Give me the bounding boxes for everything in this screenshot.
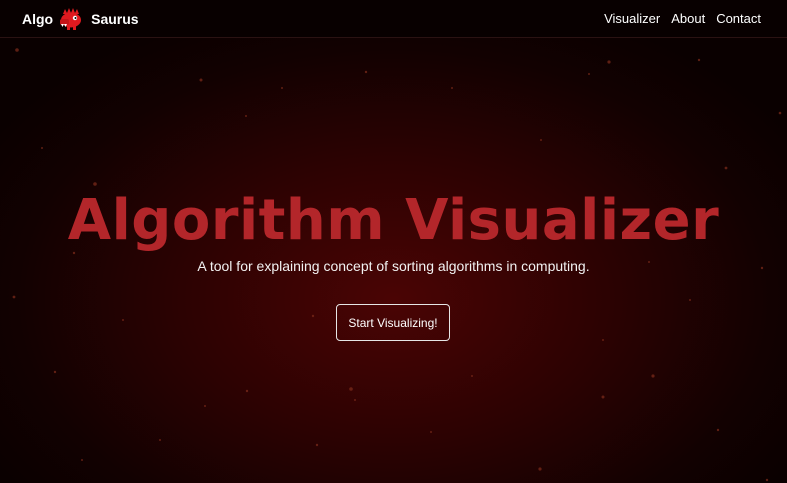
brand-text-saurus: Saurus [91,11,139,27]
brand-logo-link[interactable]: Algo Saurus [22,0,139,38]
hero-title: Algorithm Visualizer [67,188,720,253]
navbar: Algo Saurus Visualizer About Contact [0,0,787,38]
nav-links: Visualizer About Contact [593,0,761,36]
dinosaur-icon [60,8,82,30]
start-visualizing-button[interactable]: Start Visualizing! [336,304,450,341]
nav-link-about[interactable]: About [671,11,705,26]
nav-link-visualizer[interactable]: Visualizer [604,11,660,26]
hero-subtitle: A tool for explaining concept of sorting… [197,258,590,274]
brand-text-algo: Algo [22,11,54,27]
nav-link-contact[interactable]: Contact [716,11,761,26]
